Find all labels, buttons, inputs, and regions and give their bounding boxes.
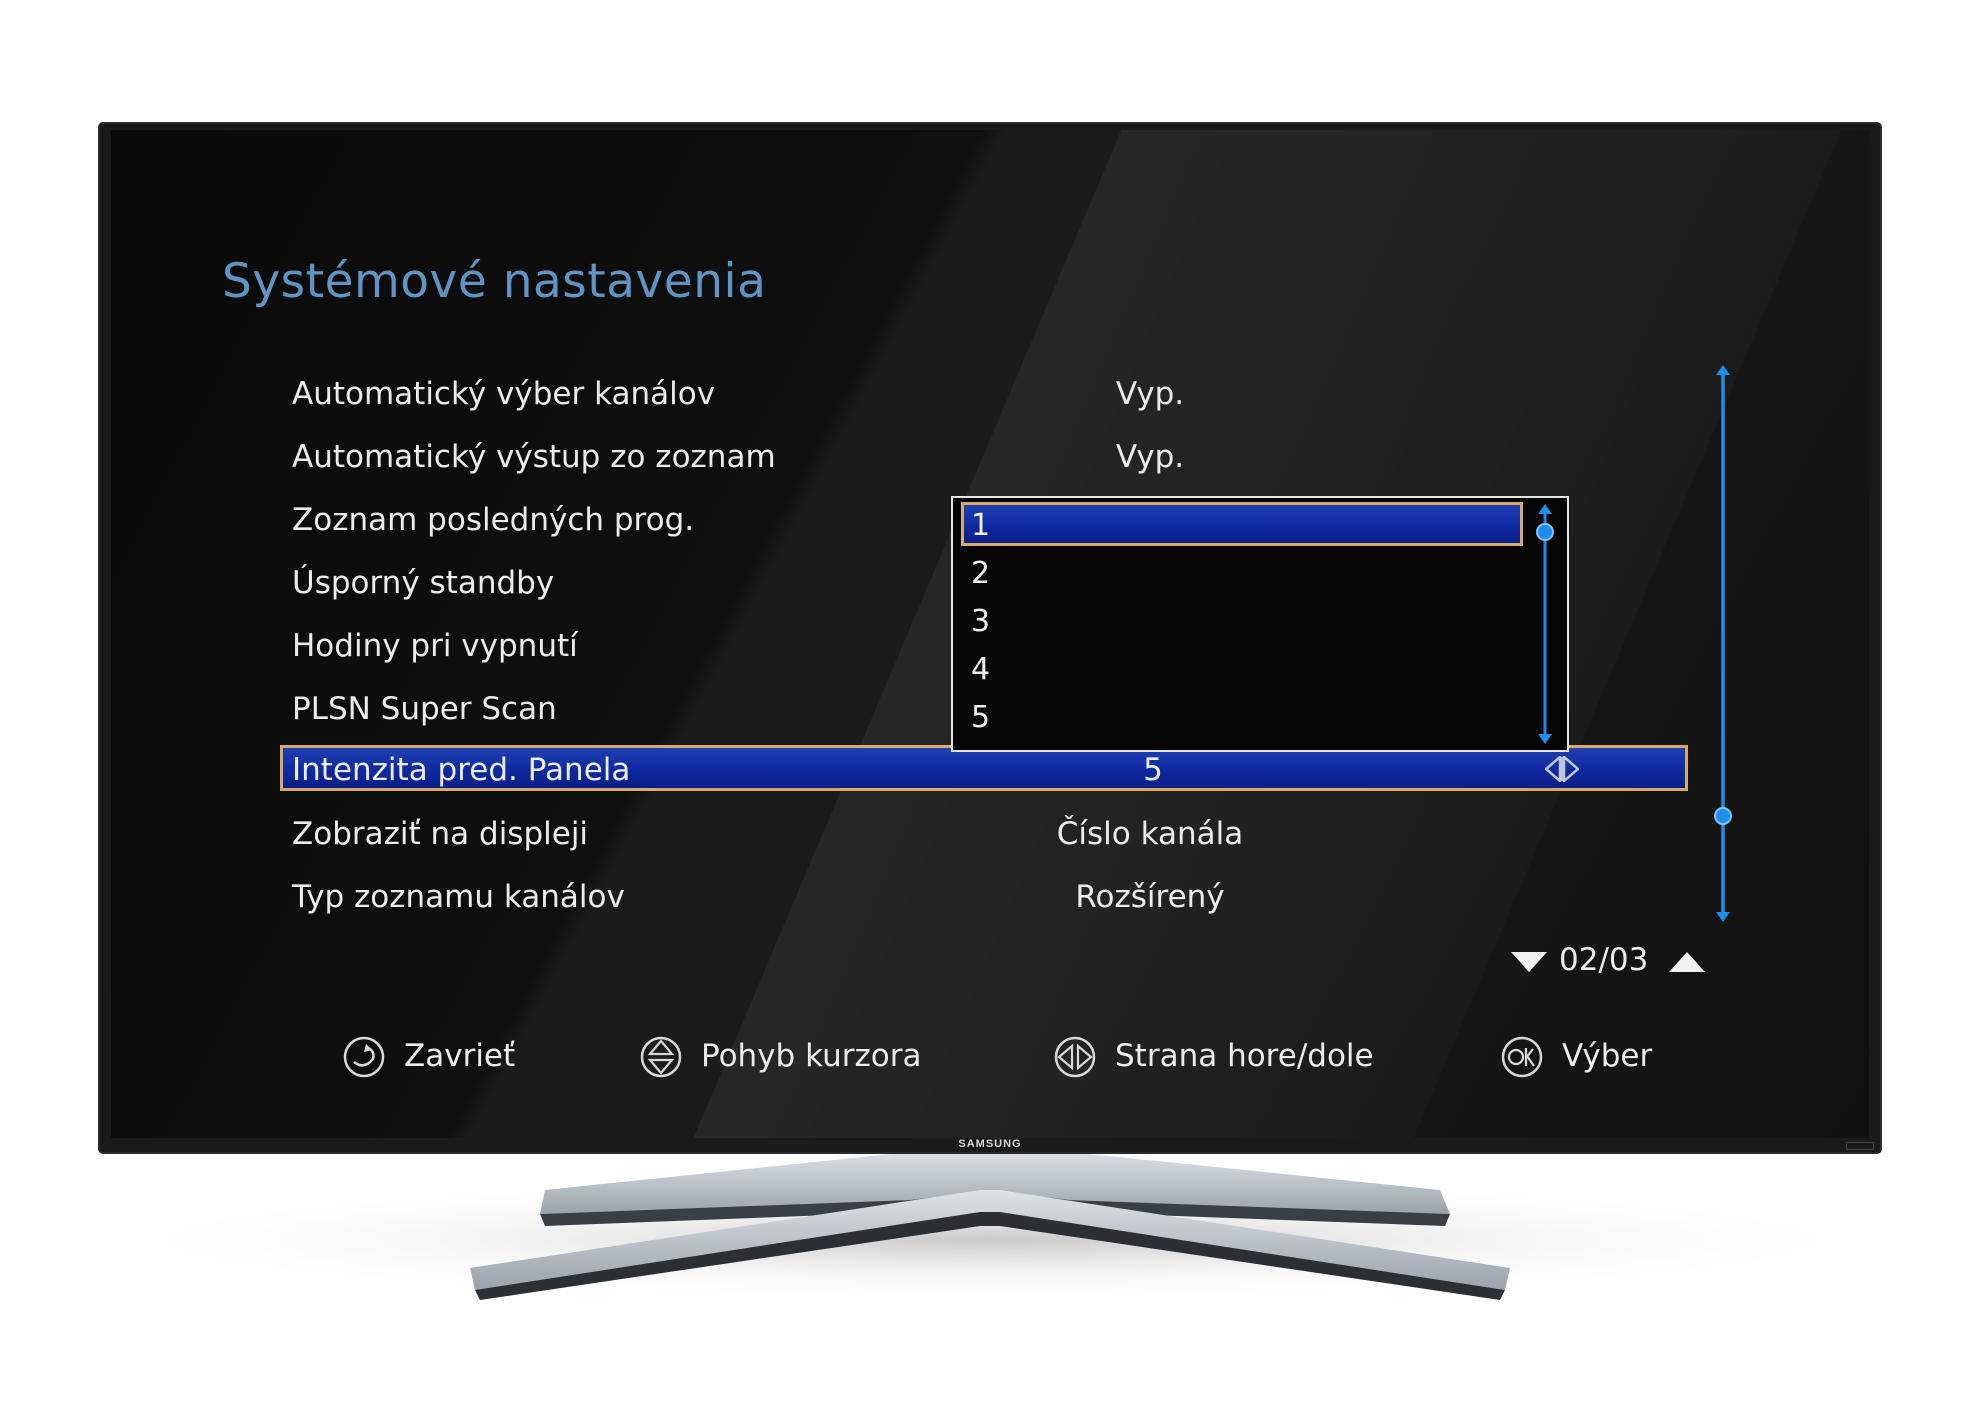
dropdown-option[interactable]: 2 — [961, 550, 1523, 594]
back-icon — [343, 1036, 385, 1078]
menu-item-auto-list-exit[interactable]: Automatický výstup zo zoznam Vyp. — [280, 433, 1688, 479]
dropdown-option-label: 5 — [971, 700, 991, 735]
dropdown-option-label: 4 — [971, 652, 991, 687]
power-indicator — [1846, 1142, 1874, 1150]
page-indicator: 02/03 — [1511, 942, 1711, 982]
menu-item-label: Úsporný standby — [292, 565, 555, 601]
hint-label: Strana hore/dole — [1115, 1038, 1374, 1074]
menu-item-label: Zoznam posledných prog. — [292, 502, 695, 538]
dropdown-option-label: 2 — [971, 556, 991, 591]
menu-item-label: Automatický výber kanálov — [292, 376, 716, 412]
menu-item-value: Číslo kanála — [1056, 816, 1244, 852]
dropdown-option[interactable]: 1 — [961, 502, 1523, 546]
menu-item-label: Zobraziť na displeji — [292, 816, 589, 852]
hint-label: Pohyb kurzora — [701, 1038, 922, 1074]
hint-label: Zavrieť — [404, 1038, 516, 1074]
hint-label: Výber — [1562, 1038, 1653, 1074]
ok-icon — [1501, 1036, 1543, 1078]
dropdown-option[interactable]: 3 — [961, 598, 1523, 642]
left-right-arrows-icon[interactable] — [1545, 756, 1579, 782]
menu-item-value: Vyp. — [1115, 376, 1185, 412]
dpad-leftright-icon — [1054, 1036, 1096, 1078]
menu-item-value: Rozšírený — [1075, 879, 1225, 915]
dropdown-option[interactable]: 4 — [961, 646, 1523, 690]
page-title: Systémové nastavenia — [222, 254, 767, 309]
page-down-icon[interactable] — [1511, 952, 1547, 972]
value-dropdown: 1 2 3 4 5 — [951, 496, 1569, 752]
menu-item-channel-list-type[interactable]: Typ zoznamu kanálov Rozšírený — [280, 873, 1688, 919]
tv-screen: Systémové nastavenia Automatický výber k… — [111, 130, 1869, 1138]
brand-logo: SAMSUNG — [958, 1138, 1022, 1150]
menu-item-label: Automatický výstup zo zoznam — [292, 439, 776, 475]
dropdown-option-label: 3 — [971, 604, 991, 639]
page-up-icon[interactable] — [1669, 952, 1705, 972]
menu-item-label: Typ zoznamu kanálov — [292, 879, 625, 915]
menu-item-label: PLSN Super Scan — [292, 691, 557, 727]
menu-scrollbar[interactable] — [1711, 364, 1735, 924]
tv-frame: Systémové nastavenia Automatický výber k… — [100, 124, 1880, 1152]
menu-item-auto-channel-select[interactable]: Automatický výber kanálov Vyp. — [280, 370, 1688, 416]
dpad-updown-icon — [640, 1036, 682, 1078]
dropdown-scrollbar[interactable] — [1533, 502, 1557, 746]
menu-item-label: Hodiny pri vypnutí — [292, 628, 578, 664]
menu-item-value: 5 — [1143, 752, 1163, 788]
dropdown-option-label: 1 — [971, 508, 991, 543]
page-number: 02/03 — [1559, 942, 1649, 978]
menu-item-value: Vyp. — [1115, 439, 1185, 475]
dropdown-option[interactable]: 5 — [961, 694, 1523, 738]
menu-item-label: Intenzita pred. Panela — [292, 752, 631, 788]
menu-item-display-show[interactable]: Zobraziť na displeji Číslo kanála — [280, 810, 1688, 856]
